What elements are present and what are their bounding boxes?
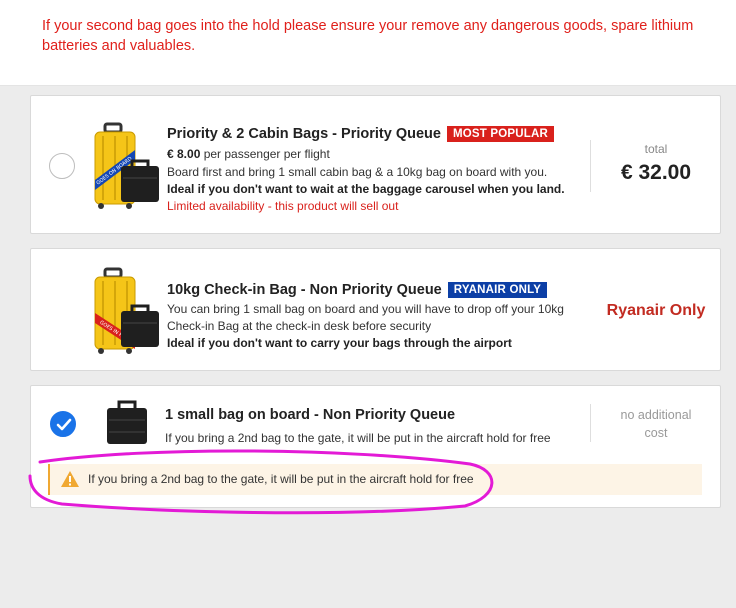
price-divider	[590, 404, 591, 442]
no-additional-cost: no additional cost	[601, 406, 711, 442]
option-price-per-passenger: € 8.00 per passenger per flight	[167, 146, 330, 163]
option-title-text: 10kg Check-in Bag - Non Priority Queue	[167, 282, 442, 298]
option-priority-2-cabin-bags[interactable]: GOES ON BOARD Priority & 2 Cabin Bags - …	[30, 95, 721, 234]
price-unit: per passenger per flight	[200, 147, 330, 161]
ryanair-only-status: Ryanair Only	[606, 302, 706, 319]
option-title-checkin: 10kg Check-in Bag - Non Priority Queue RY…	[167, 282, 548, 298]
total-price: € 32.00	[620, 161, 692, 184]
checkmark-icon	[56, 418, 72, 431]
most-popular-badge: MOST POPULAR	[446, 126, 554, 142]
option-description-line1: You can bring 1 small bag on board and y…	[167, 302, 564, 316]
option-radio-small-bag[interactable]	[50, 411, 76, 437]
hold-bag-notice-text: If your second bag goes into the hold pl…	[42, 18, 694, 54]
option-description-bold: Ideal if you don't want to carry your ba…	[167, 336, 512, 350]
price-amount: € 8.00	[167, 147, 201, 161]
total-label: total	[644, 142, 668, 156]
checkin-bags-illustration: GOES IN HOLD	[94, 267, 159, 354]
option-description-bold: Ideal if you don't want to wait at the b…	[167, 182, 565, 196]
option-10kg-checkin-bag[interactable]: GOES IN HOLD 10kg Check-in Bag - Non Pri…	[30, 248, 721, 371]
gate-bag-warning: If you bring a 2nd bag to the gate, it w…	[48, 464, 702, 495]
option-description: If you bring a 2nd bag to the gate, it w…	[165, 431, 551, 445]
priority-bags-illustration: GOES ON BOARD	[94, 122, 159, 209]
small-bag-illustration	[107, 400, 147, 444]
option-title-small-bag: 1 small bag on board - Non Priority Queu…	[165, 407, 456, 423]
price-divider	[590, 140, 591, 192]
warning-triangle-icon	[61, 471, 79, 487]
option-description-line2: Check-in Bag at the check-in desk before…	[167, 319, 432, 333]
option-title-priority: Priority & 2 Cabin Bags - Priority Queue…	[167, 126, 554, 142]
option-title-text: Priority & 2 Cabin Bags - Priority Queue	[167, 126, 441, 142]
hold-bag-notice: If your second bag goes into the hold pl…	[0, 0, 736, 86]
no-cost-line2: cost	[644, 426, 668, 440]
no-cost-line1: no additional	[620, 408, 692, 422]
limited-availability-note: Limited availability - this product will…	[167, 199, 399, 213]
option-radio-priority[interactable]	[49, 153, 75, 179]
ryanair-only-badge: RYANAIR ONLY	[447, 282, 548, 298]
warning-text: If you bring a 2nd bag to the gate, it w…	[88, 472, 474, 486]
option-description: Board first and bring 1 small cabin bag …	[167, 165, 548, 179]
